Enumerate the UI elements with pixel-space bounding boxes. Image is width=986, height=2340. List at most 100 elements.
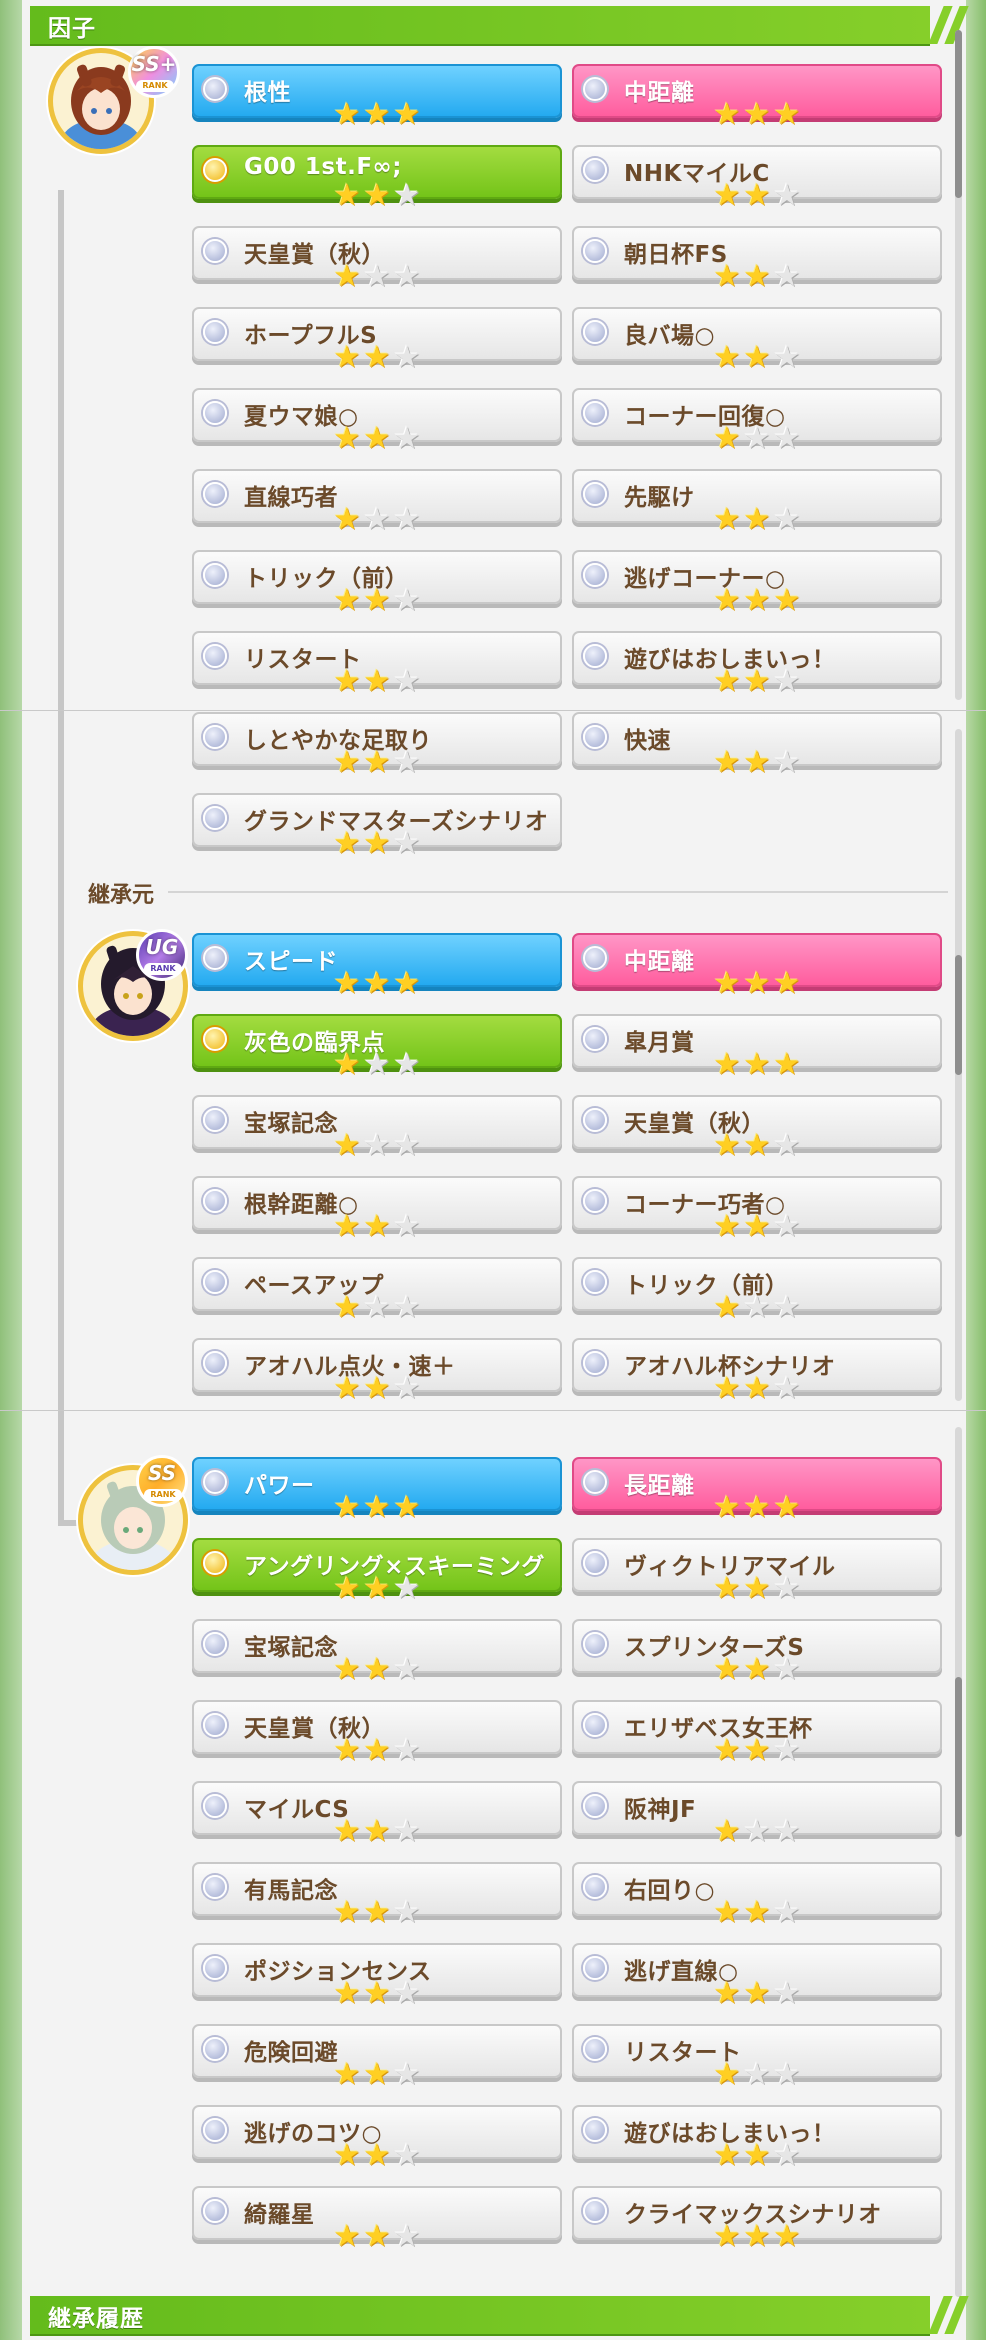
factor-card[interactable]: コーナー巧者○ ★ ★ ★: [572, 1176, 942, 1242]
star-filled-icon: ★: [713, 1371, 741, 1406]
factor-card[interactable]: 天皇賞（秋） ★ ★ ★: [572, 1095, 942, 1161]
parent2-factor-section[interactable]: SS RANK パワー ★ ★ ★ 長距離 ★ ★ ★ アングリング×スキーミング ★ ★ ★ ヴィクト…: [0, 1410, 986, 2297]
factor-card[interactable]: リスタート ★ ★ ★: [192, 631, 562, 697]
parent1-scrollbar[interactable]: [955, 729, 962, 1401]
star-filled-icon: ★: [743, 97, 771, 132]
star-filled-icon: ★: [743, 502, 771, 537]
factor-card[interactable]: 中距離 ★ ★ ★: [572, 64, 942, 130]
star-empty-icon: ★: [773, 1209, 801, 1244]
star-filled-icon: ★: [743, 664, 771, 699]
factor-gem-icon: [583, 1632, 607, 1656]
star-filled-icon: ★: [393, 97, 421, 132]
factor-card[interactable]: 遊びはおしまいっ！ ★ ★ ★: [572, 2105, 942, 2171]
star-filled-icon: ★: [713, 2219, 741, 2254]
factor-name: 中距離: [624, 949, 695, 975]
factor-card[interactable]: スプリンターズS ★ ★ ★: [572, 1619, 942, 1685]
parent1-scrollbar-thumb[interactable]: [955, 955, 962, 1075]
star-filled-icon: ★: [363, 583, 391, 618]
factor-card[interactable]: 逃げのコツ○ ★ ★ ★: [192, 2105, 562, 2171]
trainee-scrollbar-thumb[interactable]: [955, 30, 962, 198]
factor-card[interactable]: クライマックスシナリオ ★ ★ ★: [572, 2186, 942, 2252]
parent1-factor-section[interactable]: UG RANK スピード ★ ★ ★ 中距離 ★ ★ ★ 灰色の臨界点 ★ ★ ★ 皐月賞 ★ ★ ★ 宝塚記念…: [0, 710, 986, 1411]
parent2-scrollbar[interactable]: [955, 1427, 962, 2297]
factor-card[interactable]: 夏ウマ娘○ ★ ★ ★: [192, 388, 562, 454]
factor-card[interactable]: G00 1st.F∞; ★ ★ ★: [192, 145, 562, 211]
factor-gem-icon: [203, 77, 227, 101]
factor-card[interactable]: 根幹距離○ ★ ★ ★: [192, 1176, 562, 1242]
factor-card[interactable]: パワー ★ ★ ★: [192, 1457, 562, 1523]
factor-card[interactable]: 長距離 ★ ★ ★: [572, 1457, 942, 1523]
star-filled-icon: ★: [333, 664, 361, 699]
factor-card[interactable]: 灰色の臨界点 ★ ★ ★: [192, 1014, 562, 1080]
factor-card[interactable]: アオハル点火・速＋ ★ ★ ★: [192, 1338, 562, 1404]
inheritance-history-header[interactable]: 継承履歴: [30, 2296, 969, 2334]
factor-card[interactable]: 有馬記念 ★ ★ ★: [192, 1862, 562, 1928]
star-empty-icon: ★: [773, 1371, 801, 1406]
star-filled-icon: ★: [773, 2219, 801, 2254]
star-filled-icon: ★: [363, 1733, 391, 1768]
parent1-rank-badge: UG RANK: [136, 929, 188, 981]
factor-card[interactable]: ホープフルS ★ ★ ★: [192, 307, 562, 373]
factor-card[interactable]: 根性 ★ ★ ★: [192, 64, 562, 130]
factor-card[interactable]: 逃げ直線○ ★ ★ ★: [572, 1943, 942, 2009]
parent2-scrollbar-thumb[interactable]: [955, 1677, 962, 1837]
factor-card[interactable]: ヴィクトリアマイル ★ ★ ★: [572, 1538, 942, 1604]
factor-card[interactable]: 直線巧者 ★ ★ ★: [192, 469, 562, 535]
factor-card[interactable]: スピード ★ ★ ★: [192, 933, 562, 999]
star-filled-icon: ★: [333, 1976, 361, 2011]
factor-card[interactable]: 右回り○ ★ ★ ★: [572, 1862, 942, 1928]
star-filled-icon: ★: [713, 1490, 741, 1525]
factor-card[interactable]: アングリング×スキーミング ★ ★ ★: [192, 1538, 562, 1604]
factor-star-rating: ★ ★ ★: [332, 1574, 422, 1604]
star-empty-icon: ★: [393, 421, 421, 456]
factor-star-rating: ★ ★ ★: [332, 1050, 422, 1080]
factor-card[interactable]: 危険回避 ★ ★ ★: [192, 2024, 562, 2090]
factor-card[interactable]: 宝塚記念 ★ ★ ★: [192, 1619, 562, 1685]
star-empty-icon: ★: [393, 664, 421, 699]
factor-card[interactable]: ペースアップ ★ ★ ★: [192, 1257, 562, 1323]
factor-star-rating: ★ ★ ★: [332, 2141, 422, 2171]
factor-card[interactable]: エリザベス女王杯 ★ ★ ★: [572, 1700, 942, 1766]
trainee-scrollbar[interactable]: [955, 30, 962, 700]
factor-card[interactable]: 阪神JF ★ ★ ★: [572, 1781, 942, 1847]
star-filled-icon: ★: [333, 1814, 361, 1849]
factor-card[interactable]: 逃げコーナー○ ★ ★ ★: [572, 550, 942, 616]
factor-card[interactable]: 朝日杯FS ★ ★ ★: [572, 226, 942, 292]
star-filled-icon: ★: [743, 966, 771, 1001]
star-filled-icon: ★: [743, 1128, 771, 1163]
factor-gem-icon: [583, 1027, 607, 1051]
factor-card[interactable]: 良バ場○ ★ ★ ★: [572, 307, 942, 373]
factor-card[interactable]: コーナー回復○ ★ ★ ★: [572, 388, 942, 454]
rank-label: UG: [145, 935, 179, 959]
factor-gem-icon: [203, 1794, 227, 1818]
factor-card[interactable]: NHKマイルC ★ ★ ★: [572, 145, 942, 211]
factor-star-rating: ★ ★ ★: [712, 1898, 802, 1928]
factor-card[interactable]: 中距離 ★ ★ ★: [572, 933, 942, 999]
factor-card[interactable]: マイルCS ★ ★ ★: [192, 1781, 562, 1847]
factor-card[interactable]: トリック（前） ★ ★ ★: [572, 1257, 942, 1323]
factor-card[interactable]: ポジションセンス ★ ★ ★: [192, 1943, 562, 2009]
factor-card[interactable]: 皐月賞 ★ ★ ★: [572, 1014, 942, 1080]
star-filled-icon: ★: [743, 1047, 771, 1082]
factor-card[interactable]: 綺羅星 ★ ★ ★: [192, 2186, 562, 2252]
factor-gem-icon: [583, 2037, 607, 2061]
star-filled-icon: ★: [743, 1490, 771, 1525]
star-filled-icon: ★: [363, 2138, 391, 2173]
factor-gem-icon: [203, 239, 227, 263]
star-filled-icon: ★: [333, 1371, 361, 1406]
factor-star-rating: ★ ★ ★: [332, 262, 422, 292]
factor-card[interactable]: 天皇賞（秋） ★ ★ ★: [192, 1700, 562, 1766]
star-empty-icon: ★: [393, 340, 421, 375]
factor-card[interactable]: 先駆け ★ ★ ★: [572, 469, 942, 535]
factor-card[interactable]: トリック（前） ★ ★ ★: [192, 550, 562, 616]
factor-card[interactable]: 宝塚記念 ★ ★ ★: [192, 1095, 562, 1161]
star-filled-icon: ★: [333, 340, 361, 375]
factor-gem-icon: [583, 1270, 607, 1294]
factor-card[interactable]: 遊びはおしまいっ！ ★ ★ ★: [572, 631, 942, 697]
factor-card[interactable]: 天皇賞（秋） ★ ★ ★: [192, 226, 562, 292]
trainee-factor-section[interactable]: SS+ RANK 根性 ★ ★ ★ 中距離 ★ ★ ★ G00 1st.F∞; ★ ★ ★ NHKマイル…: [0, 0, 986, 859]
star-empty-icon: ★: [363, 259, 391, 294]
factor-card[interactable]: アオハル杯シナリオ ★ ★ ★: [572, 1338, 942, 1404]
factor-star-rating: ★ ★ ★: [332, 1898, 422, 1928]
factor-card[interactable]: リスタート ★ ★ ★: [572, 2024, 942, 2090]
